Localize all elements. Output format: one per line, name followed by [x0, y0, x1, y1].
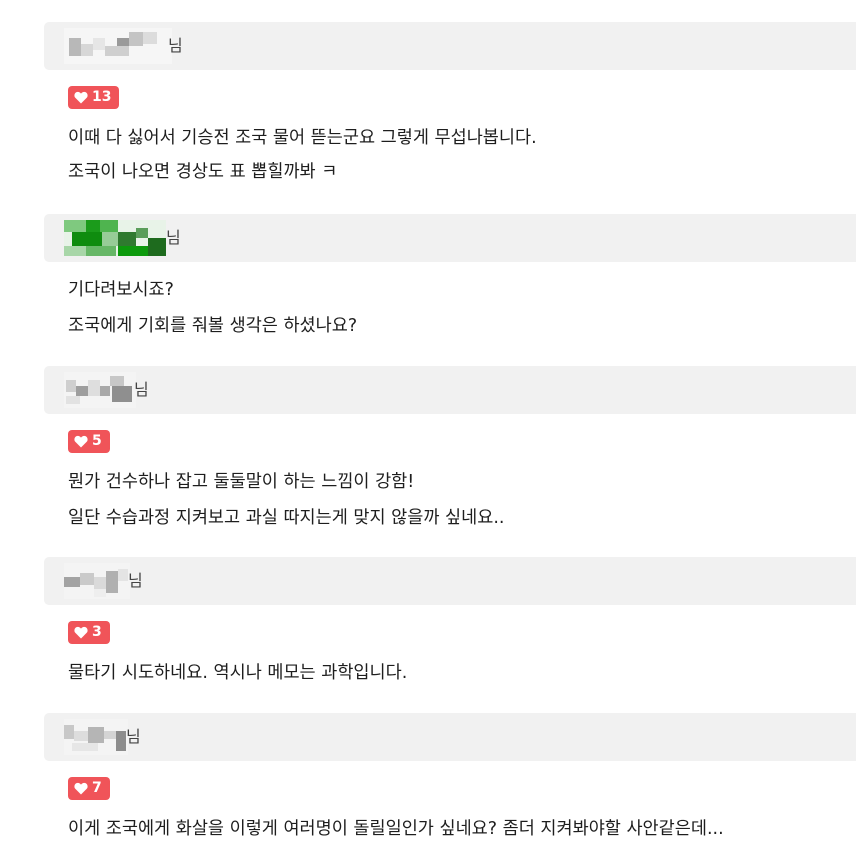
comment-author-bar: 님 [44, 214, 856, 262]
name-suffix: 님 [126, 727, 141, 746]
heart-icon [74, 782, 88, 795]
comment-text: 뭔가 건수하나 잡고 둘둘말이 하는 느낌이 강함! [68, 472, 415, 492]
name-suffix: 님 [128, 571, 143, 590]
comment-text: 물타기 시도하네요. 역시나 메모는 과학입니다. [68, 663, 408, 683]
like-count: 5 [92, 433, 102, 449]
like-count-badge[interactable]: 5 [68, 430, 110, 453]
name-suffix: 님 [166, 228, 181, 247]
comment-text: 조국에게 기회를 줘볼 생각은 하셨나요? [68, 316, 358, 336]
comment-text: 조국이 나오면 경상도 표 뽑힐까봐 ㅋ [68, 162, 338, 182]
heart-icon [74, 435, 88, 448]
like-count: 13 [92, 89, 112, 105]
comment-text: 기다려보시죠? [68, 280, 174, 300]
comment-author-bar: 님 [44, 557, 856, 605]
blurred-username [64, 220, 166, 256]
name-suffix: 님 [168, 36, 183, 55]
like-count-badge[interactable]: 13 [68, 86, 120, 109]
name-suffix: 님 [134, 380, 149, 399]
heart-icon [74, 626, 88, 639]
like-count-badge[interactable]: 3 [68, 621, 110, 644]
comment-author-bar: 님 [44, 22, 856, 70]
like-count: 7 [92, 780, 102, 796]
comment-author-bar: 님 [44, 713, 856, 761]
comment-text: 이게 조국에게 화살을 이렇게 여러명이 돌릴일인가 싶네요? 좀더 지켜봐야할… [68, 819, 724, 839]
comment-text: 이때 다 싫어서 기승전 조국 물어 뜯는군요 그렇게 무섭나봅니다. [68, 128, 537, 148]
like-count-badge[interactable]: 7 [68, 777, 110, 800]
comment-text: 일단 수습과정 지켜보고 과실 따지는게 맞지 않을까 싶네요.. [68, 508, 505, 528]
blurred-username [64, 563, 130, 599]
comment-list: 님 13 이때 다 싫어서 기승전 조국 물어 뜯는군요 그렇게 무섭나봅니다.… [0, 0, 856, 866]
blurred-username [64, 719, 128, 755]
blurred-username [64, 28, 172, 64]
blurred-username [64, 372, 136, 408]
heart-icon [74, 91, 88, 104]
like-count: 3 [92, 624, 102, 640]
comment-author-bar: 님 [44, 366, 856, 414]
